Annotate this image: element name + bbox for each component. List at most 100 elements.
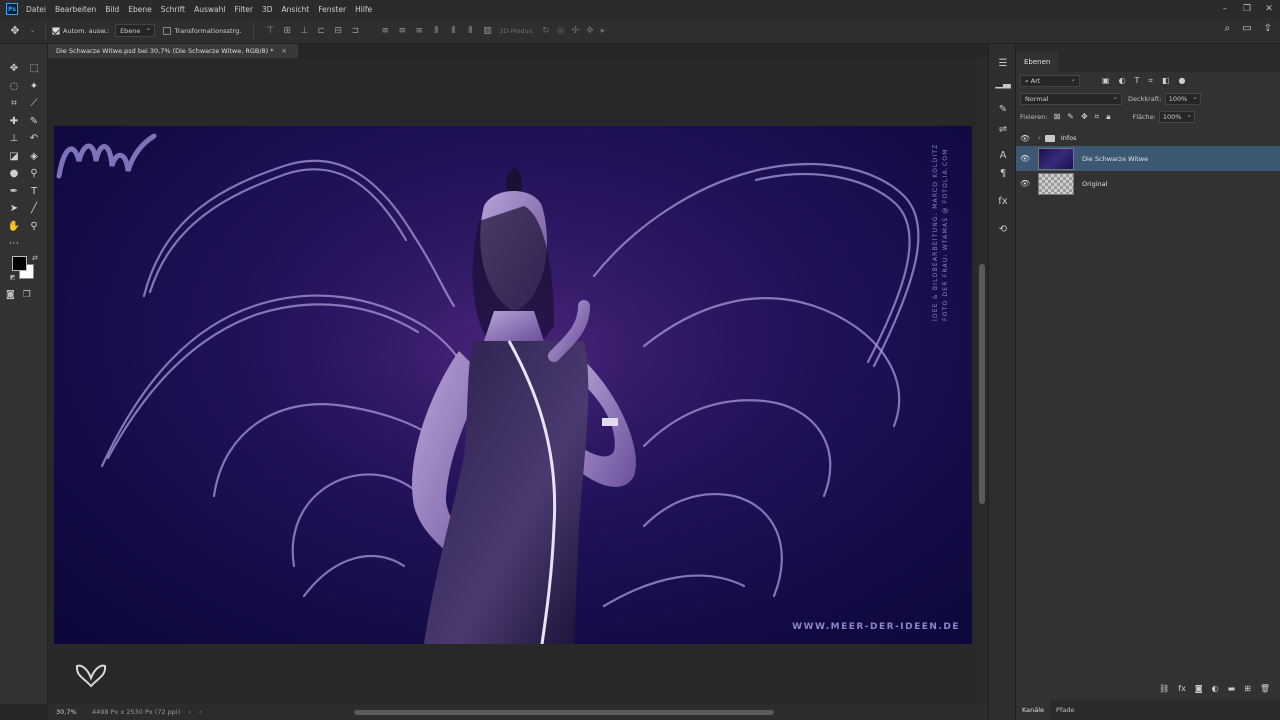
filter-toggle-icon[interactable]: ●	[1179, 76, 1186, 86]
blend-mode-dropdown[interactable]: Normal	[1020, 93, 1122, 105]
link-layers-icon[interactable]: ⛓	[1159, 684, 1169, 693]
type-tool-icon[interactable]: T	[24, 183, 44, 201]
fill-field[interactable]: 100%	[1158, 111, 1195, 123]
lasso-tool-icon[interactable]: ◌	[4, 78, 24, 96]
3d-scale-icon[interactable]: ▸	[601, 26, 606, 36]
menu-ansicht[interactable]: Ansicht	[282, 5, 310, 14]
horizontal-scroll-thumb[interactable]	[354, 710, 774, 715]
screen-mode-icon[interactable]: ❐	[23, 290, 31, 300]
menu-datei[interactable]: Datei	[26, 5, 46, 14]
new-layer-icon[interactable]: ⊞	[1244, 684, 1251, 693]
zoom-tool-icon[interactable]: ⚲	[24, 218, 44, 236]
menu-fenster[interactable]: Fenster	[318, 5, 346, 14]
eraser-tool-icon[interactable]: ◪	[4, 148, 24, 166]
align-right-icon[interactable]: ⊐	[351, 26, 359, 36]
hand-tool-icon[interactable]: ✋	[4, 218, 24, 236]
properties-icon[interactable]: ☰	[989, 58, 1017, 69]
visibility-eye-icon[interactable]: 👁︎	[1016, 179, 1034, 188]
distribute-hcenter-icon[interactable]: ⦀	[449, 26, 457, 36]
tool-preset-chevron-icon[interactable]: ⌄	[30, 27, 35, 34]
more-tools-icon[interactable]: ⋯	[4, 235, 24, 253]
align-left-icon[interactable]: ⊏	[317, 26, 325, 36]
menu-filter[interactable]: Filter	[234, 5, 253, 14]
move-tool-icon[interactable]: ✥	[4, 60, 24, 78]
filter-pixel-icon[interactable]: ▣	[1102, 76, 1110, 86]
adjustments-icon[interactable]: ⇌	[989, 124, 1017, 135]
tab-layers[interactable]: Ebenen	[1016, 52, 1059, 72]
histogram-icon[interactable]: ▁▃	[989, 78, 1017, 89]
clone-stamp-tool-icon[interactable]: ⊥	[4, 130, 24, 148]
crop-tool-icon[interactable]: ⌗	[4, 95, 24, 113]
new-group-icon[interactable]: ▬	[1228, 684, 1236, 693]
foreground-color-swatch[interactable]	[12, 256, 27, 271]
align-vcenter-icon[interactable]: ⊞	[283, 26, 291, 36]
filter-shape-icon[interactable]: ⌗	[1148, 76, 1153, 86]
paragraph-icon[interactable]: ¶	[989, 168, 1017, 179]
history-brush-tool-icon[interactable]: ↶	[24, 130, 44, 148]
3d-drag-icon[interactable]: ✣	[572, 26, 580, 36]
lock-image-icon[interactable]: ✎	[1067, 112, 1074, 122]
new-adjustment-icon[interactable]: ◐	[1212, 684, 1219, 693]
blur-tool-icon[interactable]: ●	[4, 165, 24, 183]
quick-mask-icon[interactable]: ◙	[6, 290, 15, 300]
workspace-icon[interactable]: ▭	[1242, 23, 1251, 34]
healing-brush-tool-icon[interactable]: ✚	[4, 113, 24, 131]
lock-all-icon[interactable]: 🔒︎	[1106, 112, 1110, 122]
brush-tool-icon[interactable]: ✎	[24, 113, 44, 131]
share-icon[interactable]: ⇪	[1264, 23, 1272, 34]
status-menu-arrow-icon[interactable]: ›	[188, 708, 191, 716]
minimize-icon[interactable]: –	[1214, 0, 1236, 18]
layer-style-icon[interactable]: fx	[1178, 684, 1186, 693]
eyedropper-tool-icon[interactable]: ⟋	[24, 95, 44, 113]
auto-select-dropdown[interactable]: Ebene	[115, 24, 156, 37]
swap-colors-icon[interactable]: ⇄	[32, 254, 38, 262]
tab-channels[interactable]: Kanäle	[1016, 700, 1051, 720]
layer-group-infos[interactable]: 👁︎ › Infos	[1016, 130, 1280, 146]
auto-align-icon[interactable]: ▥	[483, 26, 492, 36]
move-tool-icon[interactable]: ✥	[0, 24, 30, 37]
menu-auswahl[interactable]: Auswahl	[194, 5, 225, 14]
distribute-right-icon[interactable]: ⦀	[466, 26, 474, 36]
line-tool-icon[interactable]: ╱	[24, 200, 44, 218]
character-icon[interactable]: A	[989, 150, 1017, 161]
document-tab[interactable]: Die Schwarze Witwe.psd bei 30,7% (Die Sc…	[48, 44, 298, 58]
menu-3d[interactable]: 3D	[262, 5, 273, 14]
distribute-vcenter-icon[interactable]: ≡	[398, 26, 406, 36]
default-colors-icon[interactable]: ◩	[10, 274, 16, 281]
filter-adjustment-icon[interactable]: ◐	[1119, 76, 1126, 86]
3d-roll-icon[interactable]: ◎	[557, 26, 565, 36]
brushes-icon[interactable]: ✎	[989, 104, 1017, 115]
styles-icon[interactable]: fx	[989, 196, 1017, 207]
path-selection-tool-icon[interactable]: ➤	[4, 200, 24, 218]
visibility-eye-icon[interactable]: 👁︎	[1016, 154, 1034, 163]
magic-wand-tool-icon[interactable]: ✦	[24, 78, 44, 96]
distribute-top-icon[interactable]: ≡	[381, 26, 389, 36]
lock-artboard-icon[interactable]: ⌗	[1095, 112, 1100, 122]
align-top-icon[interactable]: ⊤	[266, 26, 274, 36]
3d-rotate-icon[interactable]: ↻	[542, 26, 550, 36]
layer-die-schwarze-witwe[interactable]: 👁︎ Die Schwarze Witwe	[1016, 146, 1280, 171]
menu-schrift[interactable]: Schrift	[161, 5, 185, 14]
tab-paths[interactable]: Pfade	[1050, 700, 1080, 720]
delete-layer-icon[interactable]: 🗑︎	[1260, 684, 1270, 693]
layer-original[interactable]: 👁︎ Original	[1016, 171, 1280, 196]
layer-filter-kind-dropdown[interactable]: ⌕ Art	[1020, 75, 1080, 87]
visibility-eye-icon[interactable]: 👁︎	[1016, 134, 1034, 143]
align-hcenter-icon[interactable]: ⊟	[334, 26, 342, 36]
filter-smart-object-icon[interactable]: ◧	[1162, 76, 1170, 86]
menu-bearbeiten[interactable]: Bearbeiten	[55, 5, 96, 14]
menu-bild[interactable]: Bild	[105, 5, 119, 14]
search-icon[interactable]: ⌕	[1225, 23, 1231, 34]
add-mask-icon[interactable]: ◙	[1195, 684, 1203, 693]
pen-tool-icon[interactable]: ✒	[4, 183, 24, 201]
3d-slide-icon[interactable]: ✥	[586, 26, 594, 36]
restore-icon[interactable]: ❐	[1236, 0, 1258, 18]
chevron-right-icon[interactable]: ›	[1038, 134, 1041, 142]
close-icon[interactable]: ✕	[1258, 0, 1280, 18]
distribute-bottom-icon[interactable]: ≡	[415, 26, 423, 36]
vertical-scroll-thumb[interactable]	[979, 264, 985, 504]
menu-hilfe[interactable]: Hilfe	[355, 5, 372, 14]
transform-controls-checkbox[interactable]: Transformationsstrg.	[163, 26, 241, 35]
dodge-tool-icon[interactable]: ⚲	[24, 165, 44, 183]
marquee-tool-icon[interactable]: ⬚	[24, 60, 44, 78]
